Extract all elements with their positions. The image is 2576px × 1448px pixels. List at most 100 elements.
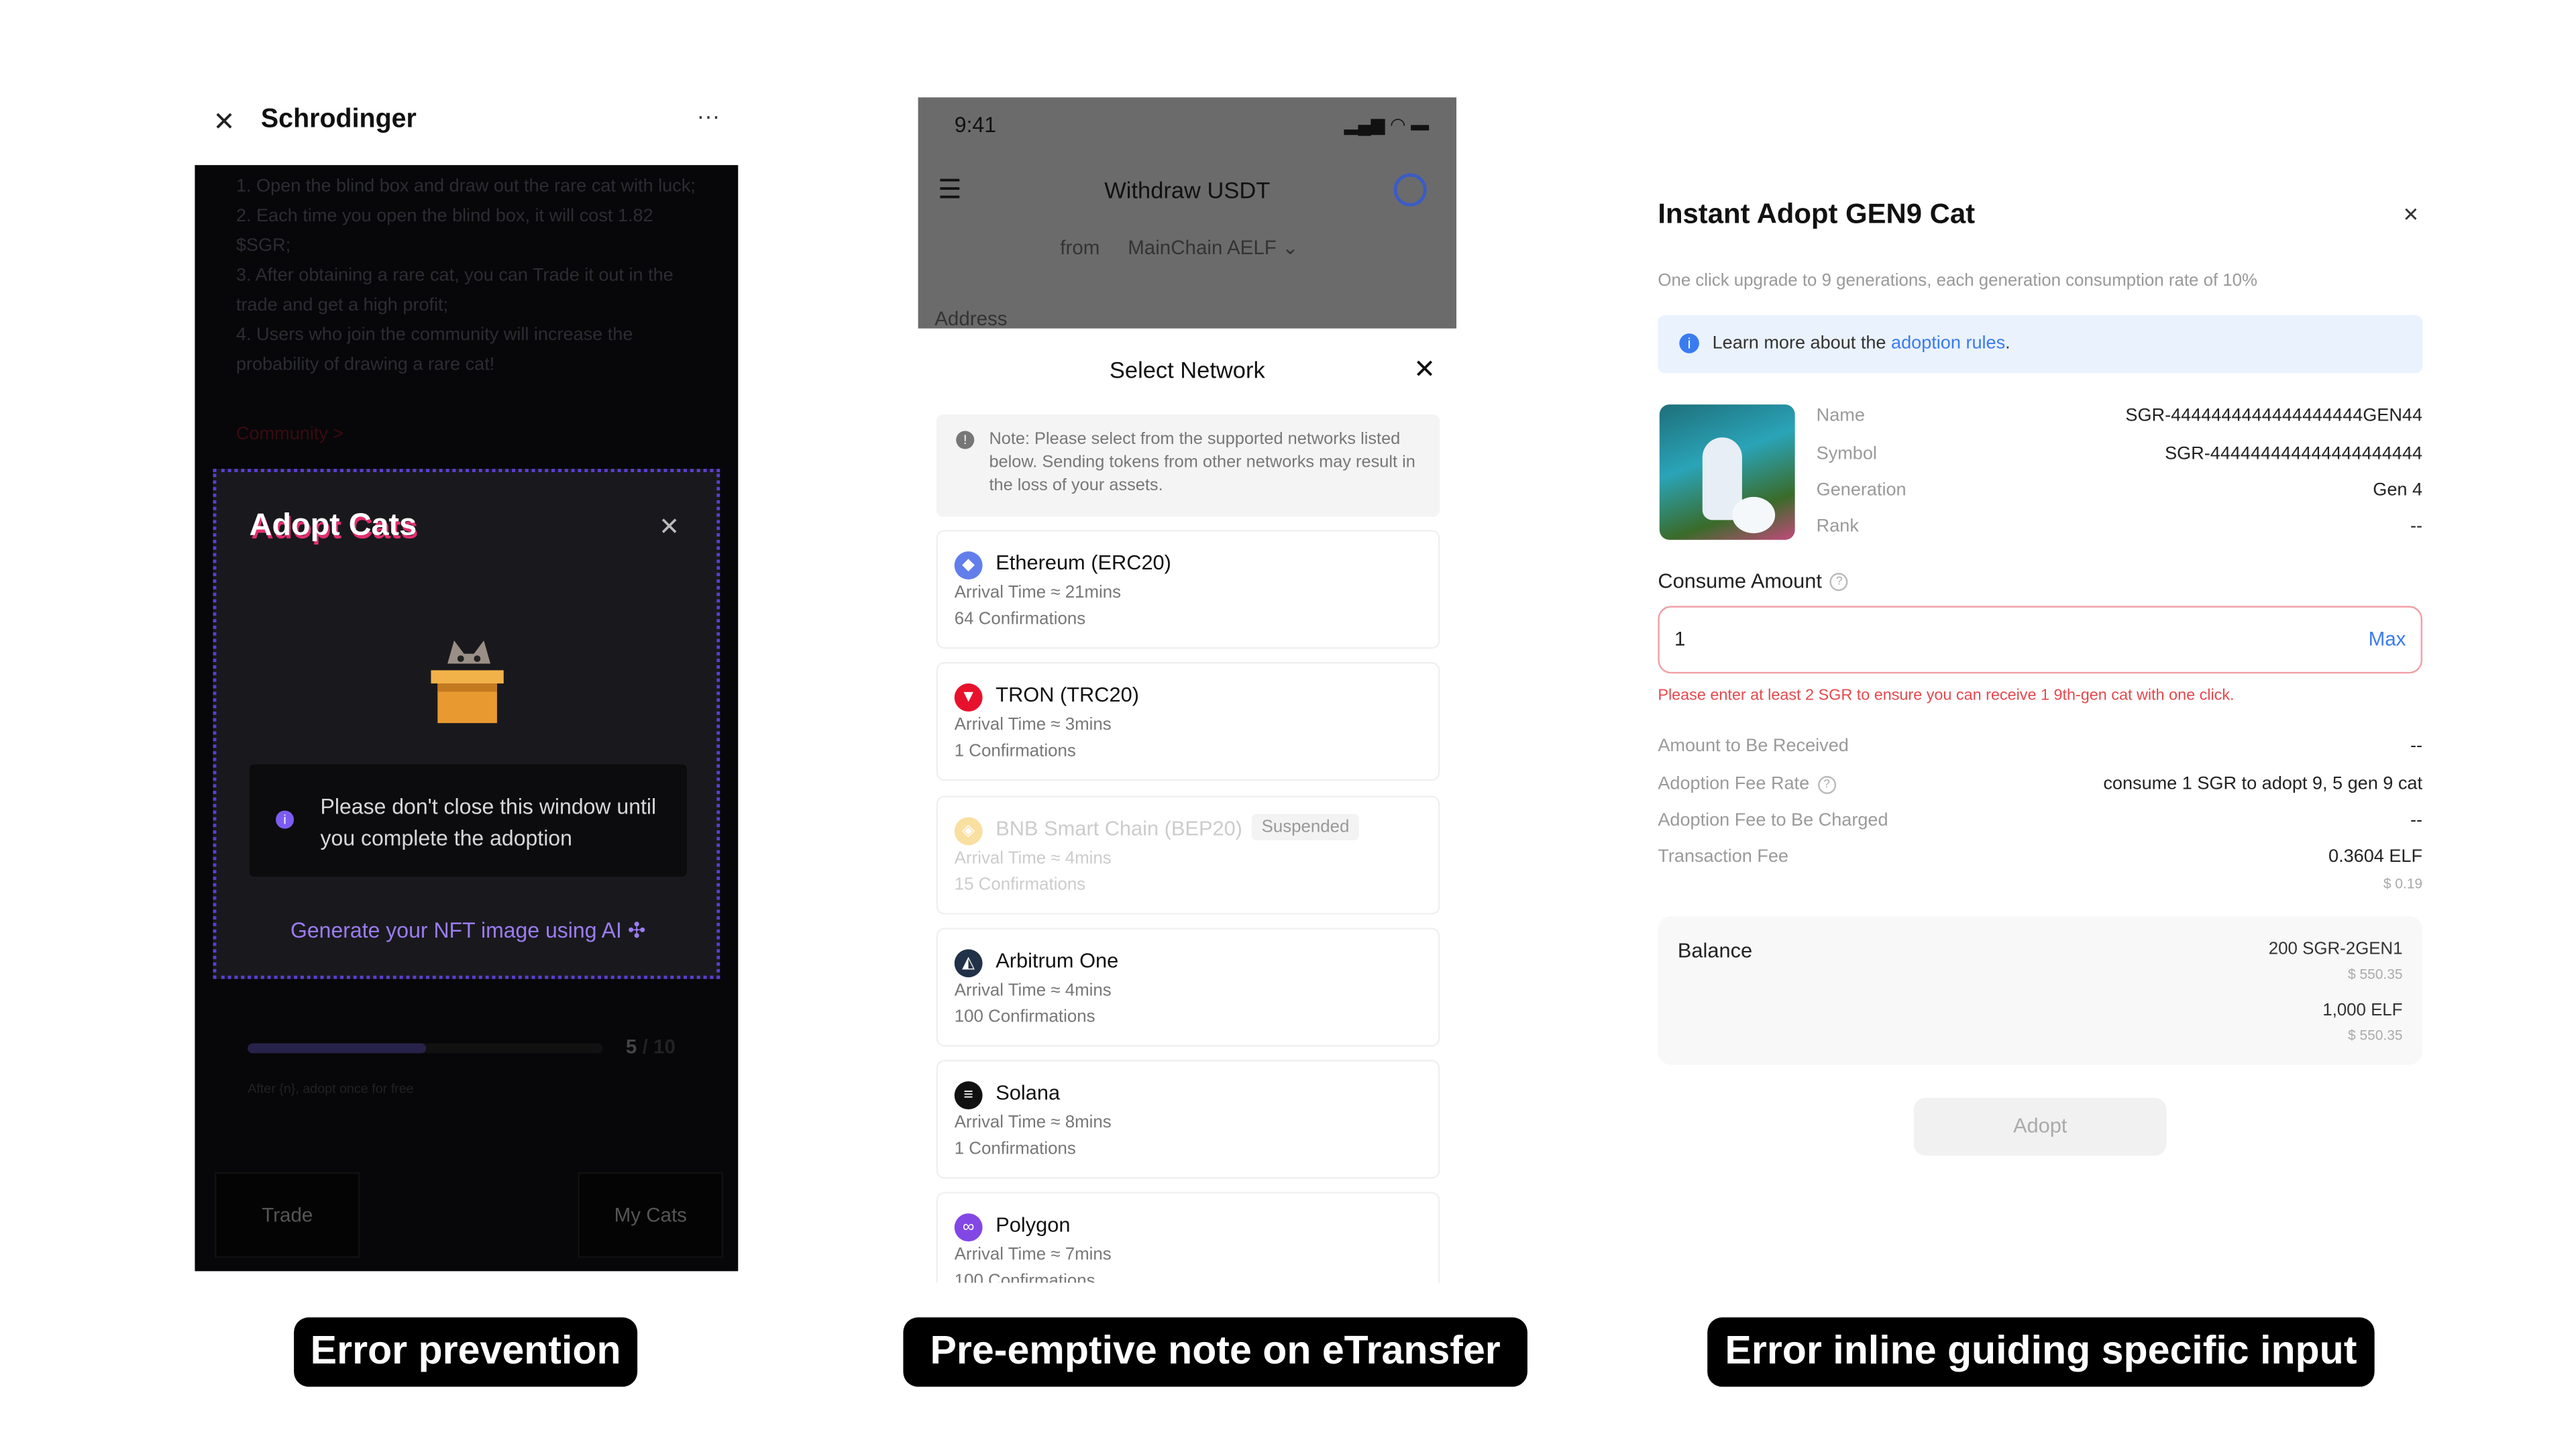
dialog-title: Instant Adopt GEN9 Cat bbox=[1658, 198, 1976, 230]
detail-label: Transaction Fee bbox=[1658, 846, 1788, 867]
arrival-time: Arrival Time ≈ 4mins bbox=[954, 848, 1112, 869]
network-logo-icon: ∞ bbox=[954, 1213, 983, 1242]
detail-value: -- bbox=[2410, 736, 2423, 757]
more-icon[interactable]: ··· bbox=[697, 103, 720, 129]
close-icon[interactable]: ✕ bbox=[1413, 353, 1436, 386]
arrival-time: Arrival Time ≈ 21mins bbox=[954, 582, 1122, 603]
confirmations: 15 Confirmations bbox=[954, 875, 1086, 895]
confirmations: 100 Confirmations bbox=[954, 1007, 1095, 1027]
info-icon: i bbox=[1679, 333, 1699, 353]
detail-value: 0.3604 ELF bbox=[2328, 846, 2423, 867]
rule-2: 2. Each time you open the blind box, it … bbox=[235, 206, 653, 256]
status-icons: ▂▄▆ ◠ ▬ bbox=[1344, 115, 1430, 135]
detail-label: Adoption Fee to Be Charged bbox=[1658, 810, 1888, 831]
close-icon[interactable]: ✕ bbox=[213, 106, 235, 139]
consume-amount-label: Consume Amount? bbox=[1658, 569, 1849, 593]
network-logo-icon: ▼ bbox=[954, 683, 983, 712]
confirmations: 64 Confirmations bbox=[954, 609, 1086, 629]
help-icon[interactable]: ? bbox=[1830, 573, 1849, 592]
network-logo-icon: ◭ bbox=[954, 949, 983, 978]
max-button[interactable]: Max bbox=[2369, 627, 2406, 650]
rule-1: 1. Open the blind box and draw out the r… bbox=[235, 176, 696, 197]
info-message: i Please don't close this window until y… bbox=[249, 764, 687, 877]
caption-inline-error: Error inline guiding specific input bbox=[1707, 1317, 2375, 1387]
community-link[interactable]: Community > bbox=[236, 425, 343, 445]
confirmations: 100 Confirmations bbox=[954, 1271, 1095, 1283]
info-icon: i bbox=[276, 810, 294, 829]
network-option[interactable]: ▼ TRON (TRC20) Arrival Time ≈ 3mins 1 Co… bbox=[936, 662, 1440, 781]
withdraw-screen: 9:41 ▂▄▆ ◠ ▬ ☰ Withdraw USDT from MainCh… bbox=[918, 97, 1457, 331]
adopt-button[interactable]: Adopt bbox=[1913, 1097, 2167, 1156]
inline-error: Please enter at least 2 SGR to ensure yo… bbox=[1658, 686, 2235, 706]
detail-label: Amount to Be Received bbox=[1658, 736, 1849, 757]
select-network-sheet: Select Network ✕ ! Note: Please select f… bbox=[918, 328, 1457, 1283]
arrival-time: Arrival Time ≈ 8mins bbox=[954, 1113, 1112, 1133]
network-name: BNB Smart Chain (BEP20) bbox=[996, 817, 1242, 840]
progress-count: 5 / 10 bbox=[625, 1035, 676, 1058]
info-label: Rank bbox=[1816, 516, 1859, 537]
info-value: Gen 4 bbox=[2373, 480, 2423, 500]
generate-nft-link[interactable]: Generate your NFT image using AI ✣ bbox=[216, 918, 720, 944]
detail-value: -- bbox=[2410, 810, 2423, 831]
network-option[interactable]: ◆ Ethereum (ERC20) Arrival Time ≈ 21mins… bbox=[936, 530, 1440, 649]
info-label: Name bbox=[1816, 406, 1865, 427]
sheet-title: Select Network bbox=[1109, 356, 1265, 384]
rule-4: 4. Users who join the community will inc… bbox=[235, 325, 633, 375]
progress-fill bbox=[248, 1043, 425, 1054]
my-cats-button[interactable]: My Cats bbox=[578, 1172, 724, 1258]
network-name: Solana bbox=[996, 1081, 1061, 1105]
info-value: SGR-444444444444444444444 bbox=[2165, 444, 2423, 464]
detail-label: Adoption Fee Rate? bbox=[1658, 774, 1836, 794]
network-option[interactable]: ∞ Polygon Arrival Time ≈ 7mins 100 Confi… bbox=[936, 1192, 1440, 1283]
arrival-time: Arrival Time ≈ 3mins bbox=[954, 714, 1112, 735]
chain-select[interactable]: MainChain AELF ⌄ bbox=[1128, 236, 1299, 259]
dialog-subtitle: One click upgrade to 9 generations, each… bbox=[1658, 270, 2258, 291]
close-icon[interactable]: ✕ bbox=[659, 512, 680, 542]
arrival-time: Arrival Time ≈ 7mins bbox=[954, 1244, 1112, 1265]
address-label: Address bbox=[934, 307, 1008, 331]
consume-amount-input[interactable]: 1 Max bbox=[1658, 606, 2423, 674]
sparkle-icon: ✣ bbox=[627, 917, 646, 943]
network-name: TRON (TRC20) bbox=[996, 683, 1139, 707]
adoption-rules-banner: i Learn more about the adoption rules. bbox=[1658, 315, 2423, 374]
network-name: Ethereum (ERC20) bbox=[996, 551, 1171, 575]
network-logo-icon: ≡ bbox=[954, 1081, 983, 1110]
confirmations: 1 Confirmations bbox=[954, 741, 1076, 761]
network-option[interactable]: ≡ Solana Arrival Time ≈ 8mins 1 Confirma… bbox=[936, 1060, 1440, 1179]
adopt-cats-modal: Adopt Cats ✕ i Please don't close this w… bbox=[213, 469, 720, 979]
cat-box-icon bbox=[425, 630, 511, 726]
confirmations: 1 Confirmations bbox=[954, 1139, 1076, 1159]
caption-pre-emptive-note: Pre-emptive note on eTransfer bbox=[903, 1317, 1527, 1387]
network-logo-icon: ◆ bbox=[954, 551, 983, 579]
progress-note: After {n}, adopt once for free bbox=[248, 1081, 414, 1097]
status-time: 9:41 bbox=[954, 112, 997, 137]
info-label: Symbol bbox=[1816, 444, 1877, 464]
adoption-rules-link[interactable]: adoption rules bbox=[1891, 333, 2005, 353]
network-option[interactable]: ◭ Arbitrum One Arrival Time ≈ 4mins 100 … bbox=[936, 928, 1440, 1047]
trade-button[interactable]: Trade bbox=[214, 1172, 360, 1258]
rule-3: 3. After obtaining a rare cat, you can T… bbox=[235, 266, 674, 316]
fee-usd: $ 0.19 bbox=[2383, 875, 2423, 892]
info-label: Generation bbox=[1816, 480, 1907, 500]
warning-icon: ! bbox=[956, 431, 975, 449]
fingerprint-icon[interactable] bbox=[1393, 173, 1427, 207]
caption-error-prevention: Error prevention bbox=[294, 1317, 638, 1387]
network-name: Polygon bbox=[996, 1213, 1071, 1237]
info-value: -- bbox=[2410, 516, 2423, 537]
progress-track bbox=[248, 1043, 603, 1054]
close-icon[interactable]: ✕ bbox=[2402, 203, 2419, 226]
modal-title: Adopt Cats bbox=[249, 508, 417, 543]
info-value: SGR-4444444444444444444GEN44 bbox=[2125, 406, 2423, 427]
network-note: ! Note: Please select from the supported… bbox=[936, 414, 1440, 517]
arrival-time: Arrival Time ≈ 4mins bbox=[954, 981, 1112, 1001]
app-title: Schrodinger bbox=[260, 105, 417, 134]
balance-box: Balance 200 SGR-2GEN1 $ 550.35 1,000 ELF… bbox=[1658, 916, 2423, 1065]
suspended-badge: Suspended bbox=[1251, 814, 1360, 840]
detail-value: consume 1 SGR to adopt 9, 5 gen 9 cat bbox=[2103, 774, 2423, 794]
network-option: ◈ BNB Smart Chain (BEP20) Suspended Arri… bbox=[936, 795, 1440, 915]
help-icon[interactable]: ? bbox=[1817, 775, 1836, 793]
cat-image bbox=[1659, 404, 1795, 540]
network-name: Arbitrum One bbox=[996, 949, 1119, 972]
page-title: Withdraw USDT bbox=[1104, 176, 1271, 203]
from-label: from bbox=[1060, 235, 1100, 260]
